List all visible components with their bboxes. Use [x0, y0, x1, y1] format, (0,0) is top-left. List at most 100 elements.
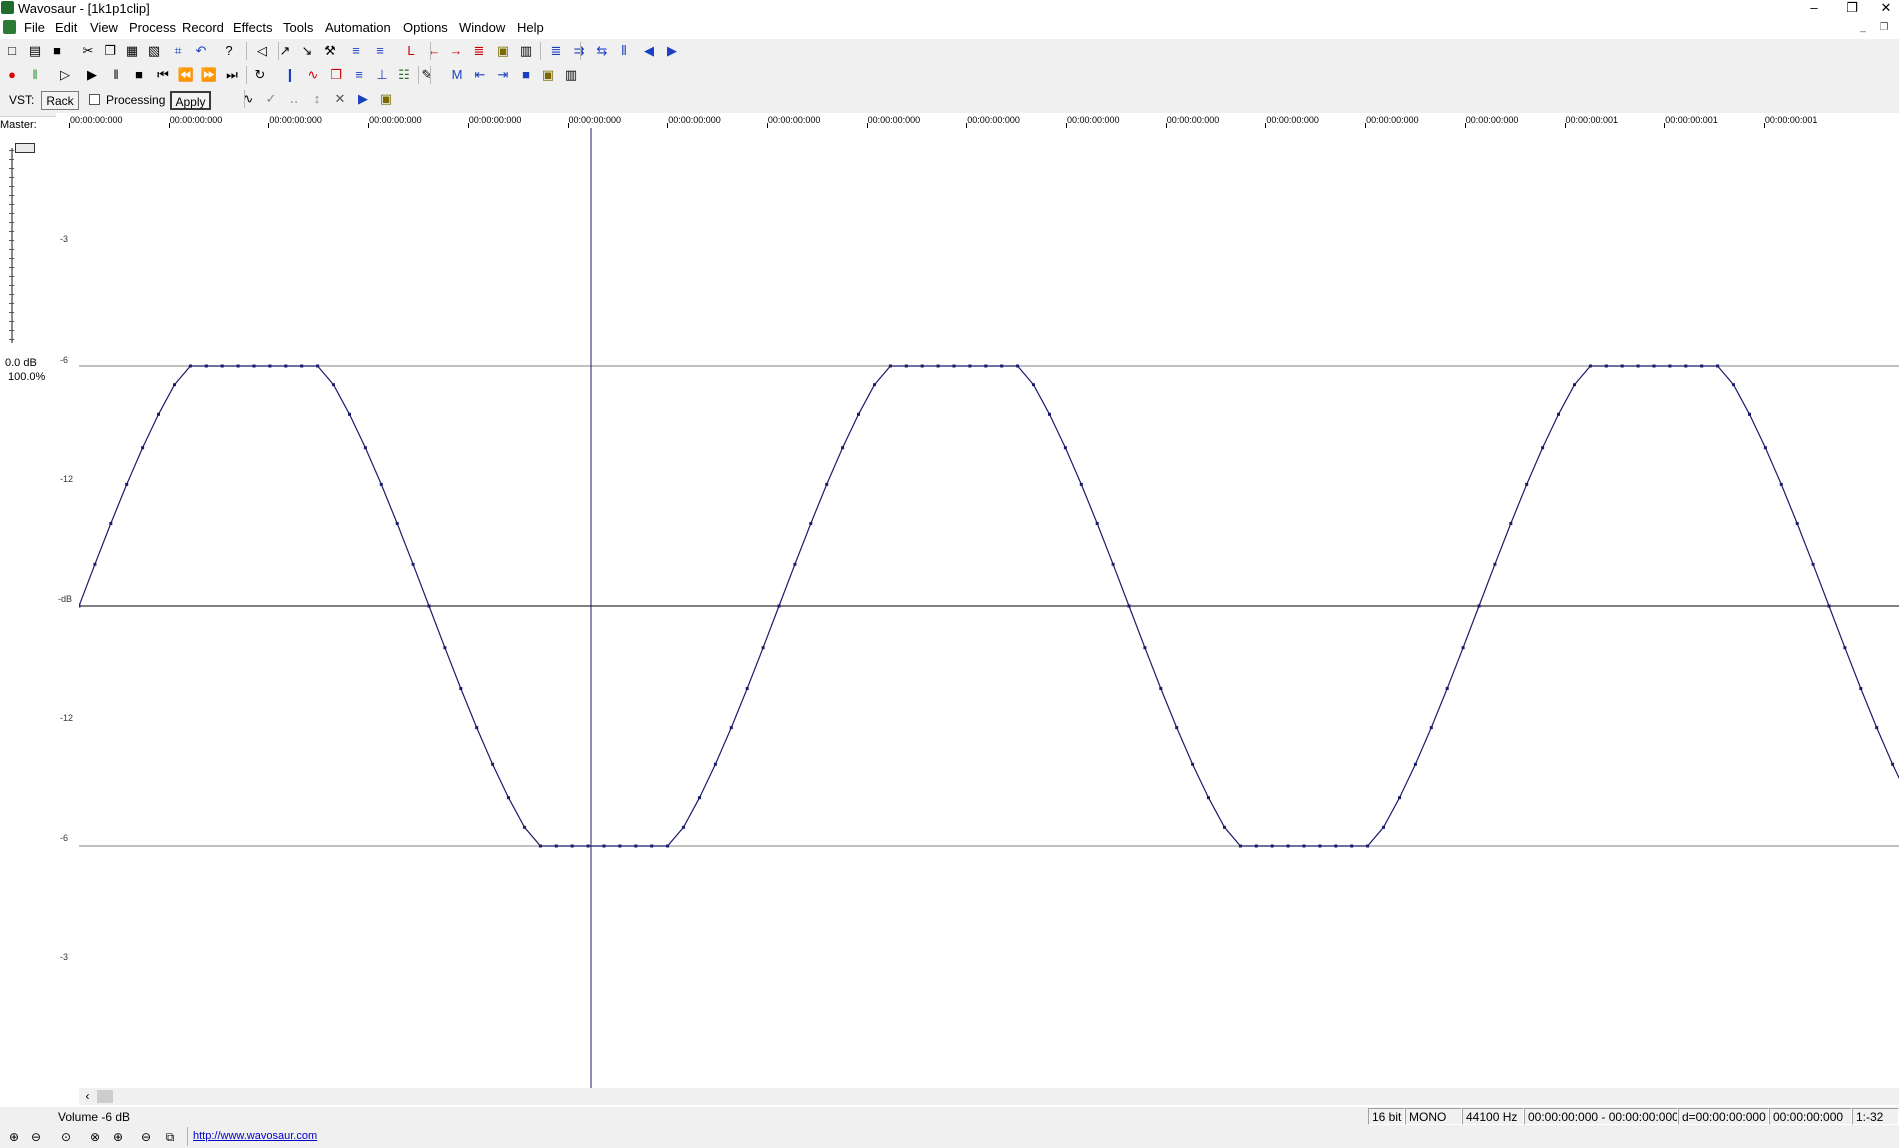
- zoom-vertical-out-icon[interactable]: ⊖: [136, 1128, 156, 1146]
- pencil-icon[interactable]: ✎: [417, 65, 437, 85]
- sample-point[interactable]: [666, 844, 670, 848]
- next-marker-icon[interactable]: ⇥: [493, 65, 513, 85]
- region-icon[interactable]: ■: [516, 65, 536, 85]
- sample-point[interactable]: [141, 446, 145, 450]
- sample-point[interactable]: [698, 796, 701, 800]
- dots-icon[interactable]: ‥: [284, 89, 304, 109]
- sample-point[interactable]: [236, 364, 240, 368]
- sample-point[interactable]: [761, 646, 765, 650]
- sample-point[interactable]: [1795, 522, 1799, 525]
- sample-point[interactable]: [1048, 412, 1051, 416]
- sample-point[interactable]: [1525, 482, 1529, 486]
- zoom-in-icon[interactable]: ⊕: [4, 1128, 24, 1146]
- sample-point[interactable]: [570, 844, 574, 848]
- spectrum-icon[interactable]: ∿: [303, 65, 323, 85]
- sample-point[interactable]: [920, 364, 924, 368]
- window-minimize-button[interactable]: –: [1800, 0, 1828, 16]
- menu-help[interactable]: Help: [517, 20, 544, 35]
- wave-right-icon[interactable]: ≡: [370, 41, 390, 61]
- sample-point[interactable]: [332, 383, 335, 387]
- sample-point[interactable]: [841, 446, 845, 450]
- horizontal-scrollbar[interactable]: [79, 1088, 1899, 1105]
- scrollbar-thumb[interactable]: [97, 1090, 113, 1103]
- sample-point[interactable]: [77, 604, 81, 608]
- marker-all-icon[interactable]: ≣: [469, 41, 489, 61]
- sample-point[interactable]: [1159, 687, 1163, 690]
- rewind-icon[interactable]: ⏪: [176, 65, 196, 85]
- sample-point[interactable]: [952, 364, 956, 368]
- sample-point[interactable]: [602, 844, 606, 848]
- sample-point[interactable]: [1827, 604, 1831, 608]
- sample-point[interactable]: [682, 825, 685, 829]
- sample-point[interactable]: [1493, 562, 1497, 566]
- sample-point[interactable]: [1700, 364, 1704, 368]
- sample-point[interactable]: [1350, 844, 1354, 848]
- sample-point[interactable]: [109, 522, 113, 525]
- menu-options[interactable]: Options: [403, 20, 448, 35]
- menu-tools[interactable]: Tools: [283, 20, 313, 35]
- sample-point[interactable]: [1127, 604, 1131, 608]
- apply-button[interactable]: Apply: [170, 91, 211, 110]
- menu-record[interactable]: Record: [182, 20, 224, 35]
- sample-point[interactable]: [1477, 604, 1481, 608]
- sample-point[interactable]: [857, 412, 860, 416]
- document-icon[interactable]: [3, 20, 16, 34]
- mdi-restore-button[interactable]: ❐: [1877, 21, 1891, 35]
- window-restore-button[interactable]: ❐: [1838, 0, 1866, 16]
- zoom-fit-icon[interactable]: ⊙: [56, 1128, 76, 1146]
- sample-point[interactable]: [1032, 383, 1035, 387]
- stop-icon[interactable]: ■: [129, 65, 149, 85]
- sample-point[interactable]: [1191, 762, 1195, 766]
- sample-point[interactable]: [1334, 844, 1338, 848]
- sample-point[interactable]: [1763, 446, 1767, 450]
- sample-point[interactable]: [968, 364, 972, 368]
- sample-point[interactable]: [936, 364, 940, 368]
- waveform-display[interactable]: [77, 128, 1899, 1088]
- arrows-icon[interactable]: ↕: [307, 89, 327, 109]
- sample-point[interactable]: [1636, 364, 1640, 368]
- wrench-icon[interactable]: ⚒: [320, 41, 340, 61]
- sample-point[interactable]: [1859, 687, 1863, 690]
- sample-point[interactable]: [1286, 844, 1290, 848]
- zoom-out-icon[interactable]: ⊖: [26, 1128, 46, 1146]
- sample-point[interactable]: [1223, 825, 1226, 829]
- fade-out-icon[interactable]: ↘: [297, 41, 317, 61]
- sample-point[interactable]: [650, 844, 654, 848]
- sample-point[interactable]: [173, 383, 176, 387]
- sample-point[interactable]: [1429, 726, 1433, 730]
- sample-point[interactable]: [745, 687, 749, 690]
- sample-point[interactable]: [252, 364, 256, 368]
- sample-point[interactable]: [586, 844, 590, 848]
- menu-edit[interactable]: Edit: [55, 20, 77, 35]
- sample-point[interactable]: [1382, 825, 1385, 829]
- sample-point[interactable]: [204, 364, 208, 368]
- sample-point[interactable]: [1079, 482, 1083, 486]
- wave-left-icon[interactable]: ≡: [346, 41, 366, 61]
- sample-point[interactable]: [1891, 762, 1895, 766]
- sample-point[interactable]: [1748, 412, 1751, 416]
- sample-point[interactable]: [825, 482, 829, 486]
- normalize-icon[interactable]: ≡: [349, 65, 369, 85]
- go-end-icon[interactable]: ⏭: [222, 65, 242, 85]
- sample-point[interactable]: [475, 726, 479, 730]
- sample-point[interactable]: [507, 796, 510, 800]
- marker-red-icon[interactable]: L: [401, 41, 421, 61]
- sample-point[interactable]: [1111, 562, 1115, 566]
- sample-point[interactable]: [1779, 482, 1783, 486]
- nav-left-icon[interactable]: ◀: [639, 41, 659, 61]
- zoom-vertical-in-icon[interactable]: ⊕: [108, 1128, 128, 1146]
- sample-point[interactable]: [188, 364, 192, 368]
- close-x-icon[interactable]: ✕: [330, 89, 350, 109]
- go-start-icon[interactable]: ⏮: [153, 65, 173, 85]
- sample-point[interactable]: [1461, 646, 1465, 650]
- sample-point[interactable]: [793, 562, 797, 566]
- undo-icon[interactable]: ↶: [191, 41, 211, 61]
- sample-point[interactable]: [554, 844, 558, 848]
- trim-icon[interactable]: ⌗: [168, 41, 188, 61]
- sample-point[interactable]: [904, 364, 908, 368]
- sample-point[interactable]: [873, 383, 876, 387]
- sample-point[interactable]: [379, 482, 383, 486]
- zoom-wave-icon[interactable]: ≣: [546, 41, 566, 61]
- sample-point[interactable]: [1318, 844, 1322, 848]
- eq-icon[interactable]: ☷: [394, 65, 414, 85]
